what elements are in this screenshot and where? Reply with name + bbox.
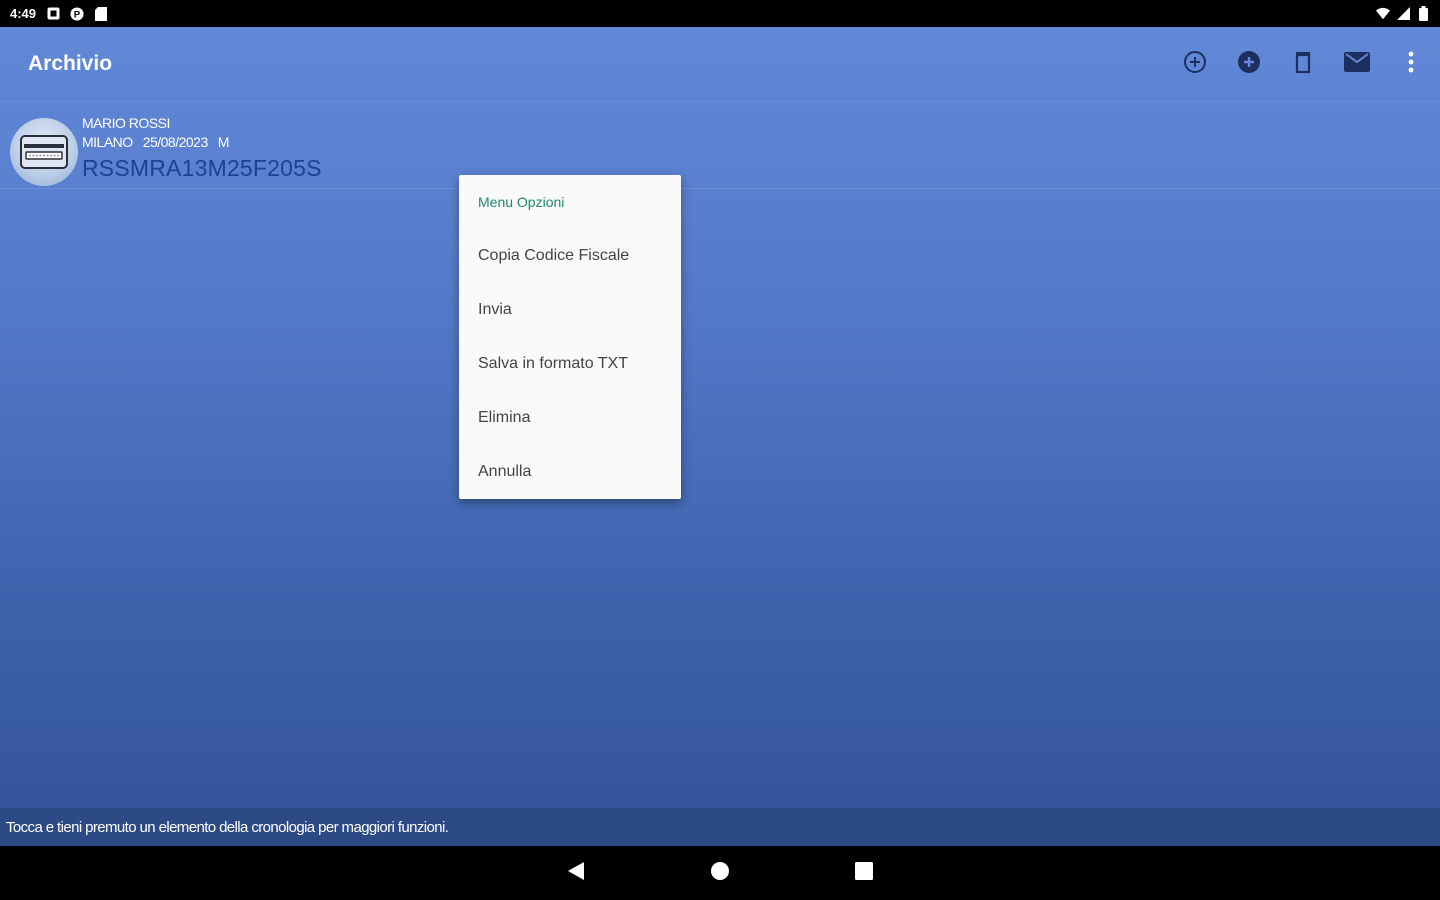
toolbar-actions	[1180, 49, 1426, 79]
delete-icon	[1293, 50, 1313, 79]
home-button[interactable]	[702, 855, 738, 891]
id-card-icon	[10, 118, 78, 186]
toolbar: Archivio	[0, 27, 1440, 102]
mail-icon	[1344, 51, 1370, 77]
recents-icon	[855, 861, 873, 885]
menu-item-send[interactable]: Invia	[459, 283, 681, 337]
menu-title: Menu Opzioni	[478, 194, 565, 210]
sd-card-icon	[94, 6, 108, 21]
history-item[interactable]: MARIO ROSSI MILANO 25/08/2023 M RSSMRA13…	[0, 110, 1440, 189]
back-button[interactable]	[558, 855, 594, 891]
hint-text: Tocca e tieni premuto un elemento della …	[6, 818, 449, 836]
status-left: 4:49 P	[10, 6, 108, 21]
add-filled-button[interactable]	[1234, 49, 1264, 79]
item-place: MILANO	[82, 134, 133, 150]
item-details: MILANO 25/08/2023 M	[82, 134, 229, 150]
delete-button[interactable]	[1288, 49, 1318, 79]
navigation-bar	[0, 846, 1440, 900]
add-outline-button[interactable]	[1180, 49, 1210, 79]
signal-icon	[1396, 7, 1410, 21]
status-bar: 4:49 P	[0, 0, 1440, 27]
item-sex: M	[217, 134, 230, 150]
item-name: MARIO ROSSI	[82, 115, 170, 131]
item-date: 25/08/2023	[142, 134, 209, 150]
context-menu: Menu Opzioni Copia Codice Fiscale Invia …	[459, 175, 681, 499]
app-content: Archivio MARIO ROSSI MILANO 25/08/2023 M…	[0, 27, 1440, 846]
menu-item-cancel[interactable]: Annulla	[459, 445, 681, 499]
overflow-menu-button[interactable]	[1396, 49, 1426, 79]
page-title: Archivio	[28, 52, 113, 75]
overflow-menu-icon	[1408, 51, 1414, 78]
add-outline-icon	[1183, 50, 1207, 79]
item-fiscal-code: RSSMRA13M25F205S	[82, 155, 322, 181]
home-icon	[710, 861, 730, 886]
status-time: 4:49	[10, 6, 37, 21]
back-icon	[567, 861, 585, 886]
hint-bar: Tocca e tieni premuto un elemento della …	[0, 808, 1440, 846]
battery-icon	[1416, 6, 1430, 21]
recents-button[interactable]	[846, 855, 882, 891]
svg-text:P: P	[74, 9, 81, 20]
menu-item-delete[interactable]: Elimina	[459, 391, 681, 445]
status-right	[1376, 6, 1430, 21]
p-circle-icon: P	[70, 6, 84, 21]
add-filled-icon	[1237, 50, 1261, 79]
status-notification-icons: P	[46, 6, 108, 21]
notification-square-icon	[46, 7, 60, 21]
mail-button[interactable]	[1342, 49, 1372, 79]
menu-item-copy-code[interactable]: Copia Codice Fiscale	[459, 229, 681, 283]
screen: 4:49 P Archivio MARIO ROSSI MILANO 25/08…	[0, 0, 1440, 900]
menu-item-save-txt[interactable]: Salva in formato TXT	[459, 337, 681, 391]
wifi-icon	[1376, 7, 1390, 21]
